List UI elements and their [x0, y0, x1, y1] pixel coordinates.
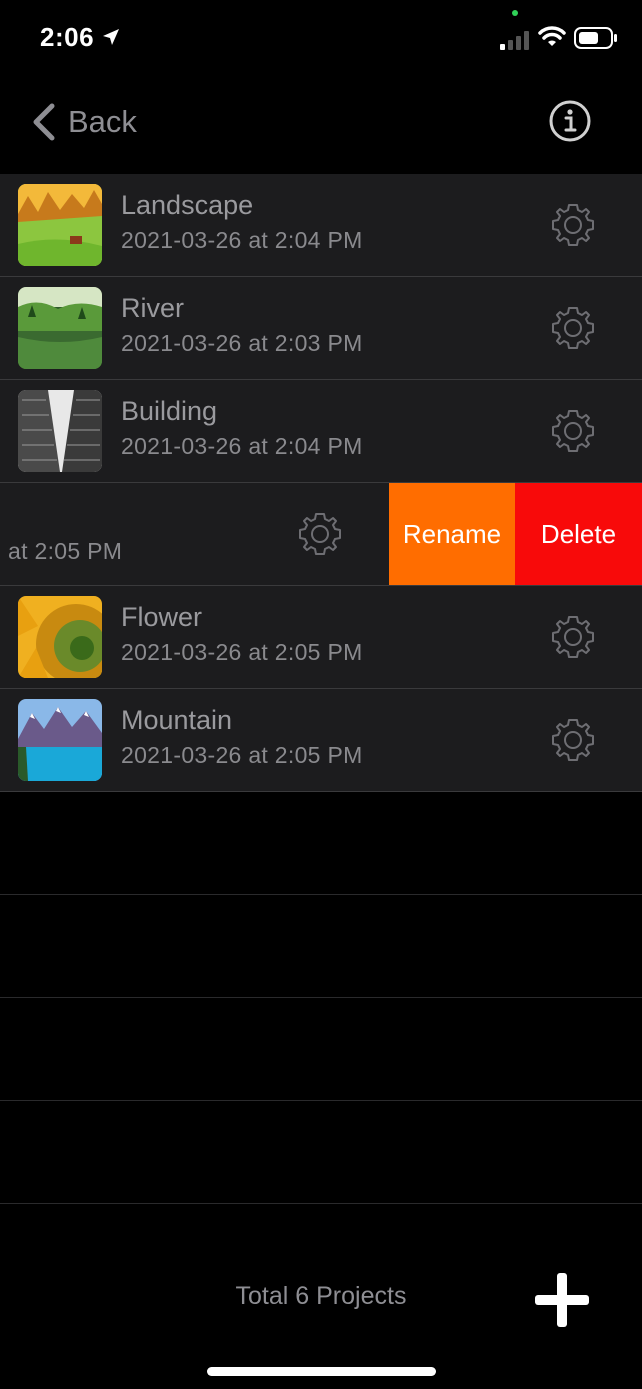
info-circle-icon[interactable] — [548, 99, 592, 143]
privacy-indicator-dot — [512, 10, 518, 16]
project-date: 2021-03-26 at 2:05 PM — [121, 742, 363, 768]
gear-icon[interactable] — [295, 509, 345, 559]
project-date: 2021-03-26 at 2:03 PM — [121, 330, 363, 356]
gear-icon[interactable] — [548, 715, 598, 765]
project-row-building[interactable]: Building 2021-03-26 at 2:04 PM — [0, 380, 642, 483]
gear-icon[interactable] — [548, 200, 598, 250]
project-title: Mountain — [121, 705, 233, 735]
river-thumbnail — [18, 287, 102, 369]
flower-thumbnail — [18, 596, 102, 678]
project-row-river[interactable]: River 2021-03-26 at 2:03 PM — [0, 277, 642, 380]
project-row-flower[interactable]: Flower 2021-03-26 at 2:05 PM — [0, 586, 642, 689]
gear-icon[interactable] — [548, 406, 598, 456]
wifi-icon — [538, 26, 566, 46]
project-title: River — [121, 293, 185, 323]
building-thumbnail — [18, 390, 102, 472]
cellular-signal-icon — [500, 31, 529, 50]
project-row-mountain[interactable]: Mountain 2021-03-26 at 2:05 PM — [0, 689, 642, 792]
empty-row — [0, 998, 642, 1101]
project-title: Landscape — [121, 190, 254, 220]
project-list: Landscape 2021-03-26 at 2:04 PM River 20… — [0, 174, 642, 1204]
project-title: Flower — [121, 602, 203, 632]
status-bar: 2:06 — [0, 0, 642, 78]
plus-icon[interactable] — [533, 1271, 591, 1329]
project-date: 2021-03-26 at 2:05 PM — [121, 639, 363, 665]
home-indicator[interactable] — [207, 1367, 436, 1376]
project-title: Building — [121, 396, 218, 426]
status-time: 2:06 — [40, 22, 95, 52]
project-date: 2021-03-26 at 2:04 PM — [121, 227, 363, 253]
navigation-bar: Back — [0, 78, 642, 174]
project-row-landscape[interactable]: Landscape 2021-03-26 at 2:04 PM — [0, 174, 642, 277]
battery-icon — [574, 27, 617, 49]
landscape-thumbnail — [18, 184, 102, 266]
chevron-left-icon — [33, 103, 55, 141]
empty-row — [0, 792, 642, 895]
gear-icon[interactable] — [548, 612, 598, 662]
back-button[interactable]: Back — [30, 98, 137, 146]
project-date: at 2:05 PM — [8, 538, 123, 564]
back-label: Back — [68, 104, 137, 139]
project-date: 2021-03-26 at 2:04 PM — [121, 433, 363, 459]
rename-button[interactable]: Rename — [389, 483, 515, 585]
mountain-thumbnail — [18, 699, 102, 781]
empty-row — [0, 1101, 642, 1204]
gear-icon[interactable] — [548, 303, 598, 353]
location-arrow-icon — [103, 29, 119, 45]
delete-button[interactable]: Delete — [515, 483, 642, 585]
project-row-swiped[interactable]: at 2:05 PM Rename Delete — [0, 483, 642, 586]
empty-row — [0, 895, 642, 998]
